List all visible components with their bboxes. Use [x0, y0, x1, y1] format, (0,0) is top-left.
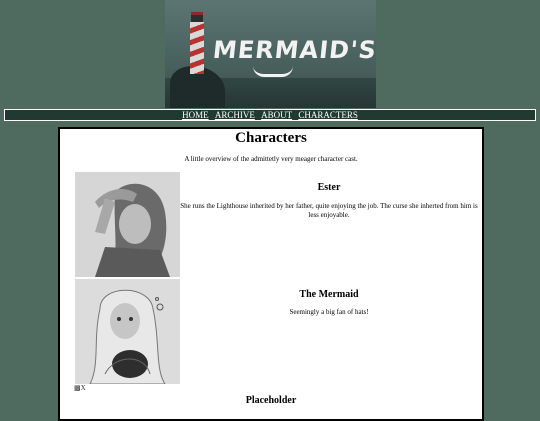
nav-link-about[interactable]: ABOUT: [261, 110, 292, 120]
ester-portrait: [75, 172, 180, 277]
lighthouse-icon: [190, 22, 204, 74]
characters-panel: Characters A little overview of the admi…: [58, 127, 484, 421]
nav-link-characters[interactable]: CHARACTERS: [298, 110, 358, 120]
character-description-mermaid: Seemingly a big fan of hats!: [289, 308, 369, 316]
nav-link-archive[interactable]: ARCHIVE: [215, 110, 255, 120]
top-navigation: HOME ARCHIVE ABOUT CHARACTERS: [4, 109, 536, 121]
site-banner[interactable]: MERMAID'S TAIL: [165, 0, 376, 108]
character-name-placeholder: Placeholder: [245, 395, 297, 406]
intro-text: A little overview of the admittetly very…: [184, 155, 358, 163]
character-description-ester: She runs the Lighthouse inherited by her…: [180, 202, 478, 219]
character-name-mermaid: The Mermaid: [299, 289, 359, 300]
character-name-ester: Ester: [317, 182, 341, 193]
broken-image-icon: ▩X: [74, 384, 86, 392]
placeholder-image-alt: X: [80, 384, 86, 392]
mermaid-tail-icon: [253, 66, 293, 77]
page-title: Characters: [235, 130, 307, 146]
banner-title: MERMAID'S TAIL: [211, 36, 376, 64]
mermaid-portrait: [75, 279, 180, 384]
nav-link-home[interactable]: HOME: [182, 110, 209, 120]
